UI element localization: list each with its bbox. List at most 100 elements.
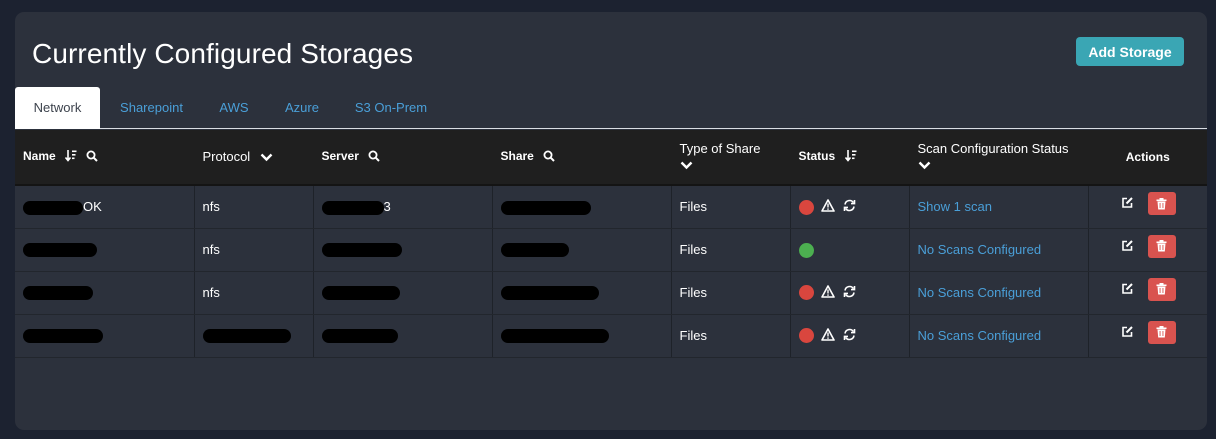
no-scans-link[interactable]: No Scans Configured	[918, 328, 1042, 343]
redacted-text	[202, 329, 291, 344]
redacted-text	[23, 286, 93, 301]
table-row: nfs Files No Scans Configured	[15, 228, 1207, 272]
cell-status	[789, 314, 909, 358]
cell-status	[789, 228, 909, 272]
col-name-label: Name	[23, 149, 56, 164]
col-scan-label: Scan Configuration Status	[917, 141, 1069, 156]
storages-panel: Currently Configured Storages Add Storag…	[15, 12, 1207, 430]
delete-button[interactable]	[1147, 234, 1176, 258]
col-header-status: Status	[789, 130, 909, 186]
col-protocol-label: Protocol	[202, 149, 251, 165]
cell-share	[491, 185, 671, 229]
trash-icon	[1156, 240, 1167, 252]
search-icon[interactable]	[368, 150, 380, 165]
cell-protocol: nfs	[193, 185, 313, 229]
sort-desc-icon[interactable]	[64, 149, 77, 165]
warning-icon[interactable]	[821, 284, 835, 301]
cell-actions	[1087, 228, 1207, 272]
chevron-down-icon[interactable]	[680, 159, 782, 173]
storages-table: Name Protocol Server Share Type of Share…	[15, 130, 1207, 358]
cell-server	[312, 228, 492, 272]
cell-name	[15, 271, 194, 315]
col-header-share: Share	[491, 130, 671, 186]
table-row: nfs Files No Scans Configured	[15, 271, 1207, 315]
cell-protocol	[193, 314, 313, 358]
chevron-down-icon[interactable]	[918, 159, 1080, 173]
tab-azure[interactable]: Azure	[276, 87, 328, 128]
cell-scan-config: Show 1 scan	[908, 185, 1088, 229]
delete-button[interactable]	[1147, 320, 1176, 344]
edit-icon[interactable]	[1121, 239, 1134, 255]
cell-server	[312, 314, 492, 358]
delete-button[interactable]	[1147, 192, 1176, 215]
tab-s3-on-prem[interactable]: S3 On-Prem	[348, 87, 434, 128]
table-row: OK nfs 3 Files Show 1 scan	[15, 185, 1207, 229]
server-suffix: 3	[383, 198, 391, 214]
sort-desc-icon[interactable]	[844, 149, 857, 165]
search-icon[interactable]	[86, 150, 99, 165]
tab-aws[interactable]: AWS	[210, 87, 258, 128]
page-title: Currently Configured Storages	[32, 38, 414, 69]
col-status-label: Status	[798, 149, 836, 164]
cell-share	[491, 314, 671, 358]
cell-type: Files	[670, 271, 790, 315]
cell-scan-config: No Scans Configured	[908, 314, 1088, 358]
status-error-dot	[798, 285, 814, 301]
col-type-label: Type of Share	[679, 141, 761, 156]
col-share-label: Share	[500, 149, 534, 164]
col-header-protocol: Protocol	[193, 130, 313, 186]
redacted-text	[321, 243, 402, 258]
cell-actions	[1087, 185, 1207, 229]
col-header-scan-config: Scan Configuration Status	[908, 130, 1088, 186]
cell-actions	[1087, 314, 1207, 358]
cell-actions	[1087, 271, 1207, 315]
redacted-text	[500, 329, 609, 344]
refresh-icon[interactable]	[843, 199, 856, 215]
redacted-text	[321, 329, 398, 344]
delete-button[interactable]	[1147, 277, 1176, 301]
refresh-icon[interactable]	[843, 285, 856, 301]
col-actions-label: Actions	[1125, 150, 1170, 164]
col-server-label: Server	[321, 149, 359, 164]
status-error-dot	[798, 199, 814, 215]
warning-icon[interactable]	[821, 199, 835, 215]
redacted-text	[321, 286, 400, 301]
cell-type: Files	[670, 314, 790, 358]
redacted-text	[500, 286, 599, 301]
redacted-text	[321, 200, 384, 215]
chevron-down-icon[interactable]	[260, 151, 273, 165]
trash-icon	[1156, 283, 1167, 295]
cell-type: Files	[670, 228, 790, 272]
cell-name: OK	[15, 185, 194, 229]
status-ok-dot	[798, 242, 814, 258]
edit-icon[interactable]	[1121, 325, 1134, 341]
table-header-row: Name Protocol Server Share Type of Share…	[15, 130, 1207, 186]
edit-icon[interactable]	[1121, 196, 1134, 212]
refresh-icon[interactable]	[843, 328, 856, 344]
no-scans-link[interactable]: No Scans Configured	[918, 242, 1042, 257]
no-scans-link[interactable]: No Scans Configured	[918, 285, 1042, 300]
redacted-text	[23, 329, 103, 344]
col-header-type: Type of Share	[670, 130, 790, 186]
cell-protocol: nfs	[193, 228, 313, 272]
status-error-dot	[798, 328, 814, 344]
show-scans-link[interactable]: Show 1 scan	[918, 199, 992, 214]
add-storage-button[interactable]: Add Storage	[1076, 37, 1184, 66]
storage-type-tabs: Network Sharepoint AWS Azure S3 On-Prem	[15, 87, 1207, 129]
cell-scan-config: No Scans Configured	[908, 228, 1088, 272]
redacted-text	[23, 243, 97, 258]
tab-network[interactable]: Network	[15, 87, 100, 129]
cell-share	[491, 228, 671, 272]
trash-icon	[1156, 197, 1167, 209]
warning-icon[interactable]	[821, 327, 835, 344]
cell-scan-config: No Scans Configured	[908, 271, 1088, 315]
table-row: Files No Scans Configured	[15, 314, 1207, 358]
search-icon[interactable]	[543, 150, 555, 165]
cell-server: 3	[312, 185, 492, 229]
trash-icon	[1156, 326, 1167, 338]
redacted-text	[23, 200, 83, 215]
name-suffix: OK	[83, 198, 102, 214]
tab-sharepoint[interactable]: Sharepoint	[110, 87, 193, 128]
cell-server	[312, 271, 492, 315]
edit-icon[interactable]	[1121, 282, 1134, 298]
